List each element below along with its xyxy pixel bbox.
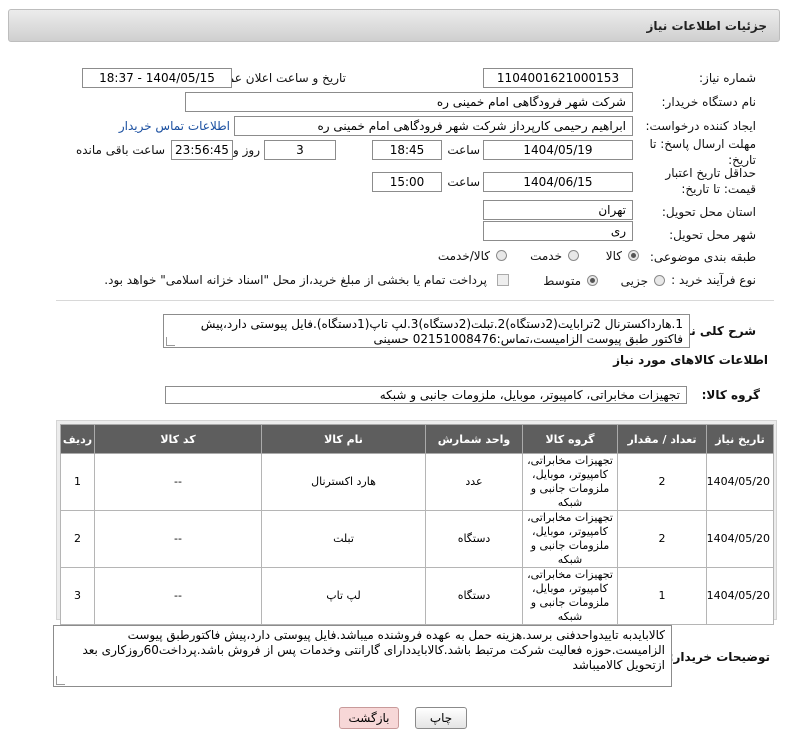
table-row: 1404/05/20 1 تجهیزات مخابراتی، کامپیوتر،… — [60, 567, 774, 625]
cell-code: -- — [94, 510, 262, 568]
cell-qty: 2 — [617, 510, 707, 568]
cell-unit: دستگاه — [425, 510, 523, 568]
process-minor-radio[interactable] — [654, 275, 665, 286]
buyer-notes-text: کالابایدبه تاییدواحدفنی برسد.هزینه حمل ب… — [82, 628, 665, 672]
province-label: استان محل تحویل: — [661, 205, 756, 219]
goods-section-title: اطلاعات کالاهای مورد نیاز — [613, 353, 768, 367]
col-name: نام کالا — [261, 424, 426, 454]
cell-name: تبلت — [261, 510, 426, 568]
remaining-time-label: ساعت باقی مانده — [75, 143, 165, 157]
table-row: 1404/05/20 2 تجهیزات مخابراتی، کامپیوتر،… — [60, 510, 774, 568]
buyer-org-field: شرکت شهر فرودگاهی امام خمینی ره — [185, 92, 633, 112]
creator-label: ایجاد کننده درخواست: — [645, 119, 756, 133]
page-title: جزئیات اطلاعات نیاز — [646, 19, 767, 33]
cell-name: هارد اکسترنال — [261, 453, 426, 511]
cell-group: تجهیزات مخابراتی، کامپیوتر، موبایل، ملزو… — [522, 510, 618, 568]
treasury-payment-checkbox[interactable] — [497, 274, 509, 286]
cell-date: 1404/05/20 — [706, 567, 774, 625]
deadline-date-field: 1404/05/19 — [483, 140, 633, 160]
buyer-notes-textarea[interactable]: کالابایدبه تاییدواحدفنی برسد.هزینه حمل ب… — [53, 625, 672, 687]
cell-date: 1404/05/20 — [706, 453, 774, 511]
back-button[interactable]: بازگشت — [339, 707, 399, 729]
process-medium-label: متوسط — [543, 274, 581, 288]
goods-group-field: تجهیزات مخابراتی، کامپیوتر، موبایل، ملزو… — [165, 386, 687, 404]
cell-qty: 1 — [617, 567, 707, 625]
col-qty: تعداد / مقدار — [617, 424, 707, 454]
category-both-label: کالا/خدمت — [437, 249, 490, 263]
remaining-time-field: 23:56:45 — [171, 140, 233, 160]
col-row: ردیف — [60, 424, 95, 454]
cell-row: 1 — [60, 453, 95, 511]
col-group: گروه کالا — [522, 424, 618, 454]
deadline-label: مهلت ارسال پاسخ: تا تاریخ: — [649, 137, 756, 167]
deadline-time-field: 18:45 — [372, 140, 442, 160]
table-header-row: تاریخ نیاز تعداد / مقدار گروه کالا واحد … — [60, 424, 774, 454]
buyer-org-label: نام دستگاه خریدار: — [661, 95, 757, 109]
cell-date: 1404/05/20 — [706, 510, 774, 568]
category-both-radio[interactable] — [496, 250, 507, 261]
process-minor-label: جزیی — [620, 274, 648, 288]
page-header: جزئیات اطلاعات نیاز — [8, 9, 780, 42]
col-unit: واحد شمارش — [425, 424, 523, 454]
process-medium-radio[interactable] — [587, 275, 598, 286]
need-number-label: شماره نیاز: — [699, 71, 756, 85]
category-label: طبقه بندی موضوعی: — [649, 250, 756, 264]
validity-time-field: 15:00 — [372, 172, 442, 192]
deadline-time-label: ساعت — [447, 143, 480, 157]
cell-row: 3 — [60, 567, 95, 625]
creator-field: ابراهیم رحیمی کارپرداز شرکت شهر فرودگاهی… — [234, 116, 633, 136]
cell-qty: 2 — [617, 453, 707, 511]
province-field: تهران — [483, 200, 633, 220]
cell-group: تجهیزات مخابراتی، کامپیوتر، موبایل، ملزو… — [522, 567, 618, 625]
days-label: روز و — [233, 143, 260, 157]
validity-date-field: 1404/06/15 — [483, 172, 633, 192]
cell-unit: دستگاه — [425, 567, 523, 625]
announce-datetime-field: 1404/05/15 - 18:37 — [82, 68, 232, 88]
cell-code: -- — [94, 567, 262, 625]
buyer-contact-link[interactable]: اطلاعات تماس خریدار — [119, 119, 230, 133]
cell-row: 2 — [60, 510, 95, 568]
need-number-field: 1104001621000153 — [483, 68, 633, 88]
goods-group-label: گروه کالا: — [701, 388, 760, 402]
divider — [56, 300, 774, 301]
resize-grip-icon[interactable] — [166, 337, 175, 346]
validity-time-label: ساعت — [447, 175, 480, 189]
goods-table: تاریخ نیاز تعداد / مقدار گروه کالا واحد … — [60, 424, 774, 625]
need-details-page: جزئیات اطلاعات نیاز شماره نیاز: 11040016… — [0, 0, 788, 744]
print-button[interactable]: چاپ — [415, 707, 467, 729]
resize-grip-icon[interactable] — [56, 676, 65, 685]
process-type-label: نوع فرآیند خرید : — [671, 273, 756, 287]
cell-name: لپ تاپ — [261, 567, 426, 625]
cell-group: تجهیزات مخابراتی، کامپیوتر، موبایل، ملزو… — [522, 453, 618, 511]
col-code: کد کالا — [94, 424, 262, 454]
city-field: ری — [483, 221, 633, 241]
summary-textarea[interactable]: 1.هارداکسترنال 2ترابایت(2دستگاه)2.تبلت(2… — [163, 314, 690, 348]
days-remaining-field: 3 — [264, 140, 336, 160]
summary-text: 1.هارداکسترنال 2ترابایت(2دستگاه)2.تبلت(2… — [200, 317, 683, 346]
price-validity-label: حداقل تاریخ اعتبار قیمت: تا تاریخ: — [665, 166, 756, 196]
category-goods-radio[interactable] — [628, 250, 639, 261]
buyer-notes-label: توضیحات خریدار: — [668, 650, 770, 664]
table-row: 1404/05/20 2 تجهیزات مخابراتی، کامپیوتر،… — [60, 453, 774, 511]
cell-code: -- — [94, 453, 262, 511]
cell-unit: عدد — [425, 453, 523, 511]
treasury-payment-note: پرداخت تمام یا بخشی از مبلغ خرید،از محل … — [104, 273, 487, 287]
category-service-radio[interactable] — [568, 250, 579, 261]
category-service-label: خدمت — [530, 249, 562, 263]
col-date: تاریخ نیاز — [706, 424, 774, 454]
category-goods-label: کالا — [605, 249, 622, 263]
city-label: شهر محل تحویل: — [669, 228, 756, 242]
